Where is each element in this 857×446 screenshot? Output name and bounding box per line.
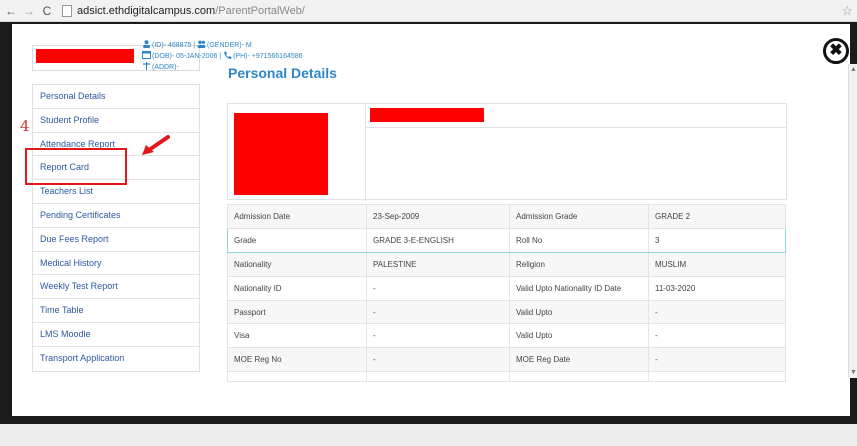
table-cell-label: Admission Grade bbox=[509, 204, 649, 229]
calendar-icon bbox=[142, 51, 151, 59]
bookmark-star-icon[interactable]: ☆ bbox=[841, 3, 853, 19]
table-row bbox=[227, 371, 786, 383]
forward-arrow-icon[interactable]: → bbox=[22, 4, 36, 18]
table-cell-label: Roll No bbox=[509, 227, 649, 253]
table-cell-label: Grade bbox=[227, 227, 367, 253]
table-row: Passport - Valid Upto - bbox=[227, 299, 786, 325]
redacted-student-name bbox=[36, 49, 134, 63]
profile-header-row bbox=[366, 104, 786, 128]
table-cell-value: - bbox=[366, 299, 510, 325]
table-cell-label: Passport bbox=[227, 299, 367, 325]
redacted-student-photo bbox=[234, 113, 328, 195]
table-cell-value: - bbox=[648, 323, 786, 349]
table-cell-value: - bbox=[648, 299, 786, 325]
annotation-arrow-icon bbox=[142, 135, 170, 155]
profile-card bbox=[227, 103, 787, 201]
sidebar-item-due-fees-report[interactable]: Due Fees Report bbox=[33, 228, 199, 252]
scroll-down-icon[interactable]: ▼ bbox=[850, 369, 857, 376]
sidebar-item-transport-application[interactable]: Transport Application bbox=[33, 347, 199, 371]
profile-gender: (GENDER)- M bbox=[207, 42, 252, 49]
redacted-profile-name bbox=[370, 108, 484, 122]
table-cell-value: - bbox=[366, 275, 510, 301]
table-row: Visa - Valid Upto - bbox=[227, 323, 786, 349]
profile-address: (ADDR)- bbox=[152, 64, 179, 71]
scroll-up-icon[interactable]: ▲ bbox=[850, 66, 857, 73]
photo-cell bbox=[228, 104, 366, 201]
table-cell-value: PALESTINE bbox=[366, 251, 510, 277]
table-cell-label: Valid Upto bbox=[509, 323, 649, 349]
table-cell-label: Valid Upto Nationality ID Date bbox=[509, 275, 649, 301]
page-bottom-strip bbox=[0, 424, 857, 446]
profile-dob: (DOB)- 05-JAN-2006 | bbox=[152, 53, 222, 60]
table-cell-value: - bbox=[366, 323, 510, 349]
browser-toolbar: ← → C adsict.ethdigitalcampus.com/Parent… bbox=[0, 0, 857, 22]
page-icon bbox=[62, 4, 72, 17]
table-cell-label bbox=[509, 371, 649, 383]
table-cell-label: Visa bbox=[227, 323, 367, 349]
table-cell-label: Admission Date bbox=[227, 204, 367, 229]
reload-icon[interactable]: C bbox=[40, 4, 54, 18]
annotation-step-number: 4 bbox=[20, 117, 30, 135]
profile-info-line-1: (ID)- 468875 | (GENDER)- M bbox=[142, 40, 303, 51]
table-row: Admission Date 23-Sep-2009 Admission Gra… bbox=[227, 204, 786, 229]
sidebar-item-pending-certificates[interactable]: Pending Certificates bbox=[33, 204, 199, 228]
sidebar-item-medical-history[interactable]: Medical History bbox=[33, 252, 199, 276]
modal-scrollbar[interactable]: ▲ ▼ bbox=[848, 64, 857, 378]
table-row: MOE Reg No - MOE Reg Date - bbox=[227, 347, 786, 373]
table-cell-value: - bbox=[366, 347, 510, 373]
table-cell-label: MOE Reg No bbox=[227, 347, 367, 373]
table-cell-value bbox=[366, 371, 510, 383]
profile-info-line-2: (DOB)- 05-JAN-2006 | (PH)- +971566164586 bbox=[142, 51, 303, 62]
table-cell-value: 23-Sep-2009 bbox=[366, 204, 510, 229]
table-cell-value: MUSLIM bbox=[648, 251, 786, 277]
annotation-highlight-box bbox=[25, 148, 127, 185]
profile-id: (ID)- 468875 | bbox=[152, 42, 196, 49]
phone-icon bbox=[224, 51, 232, 59]
table-cell-value: 3 bbox=[648, 227, 786, 253]
table-cell-value: GRADE 3-E-ENGLISH bbox=[366, 227, 510, 253]
table-row: Nationality ID - Valid Upto Nationality … bbox=[227, 275, 786, 301]
location-pin-icon bbox=[143, 62, 150, 70]
back-arrow-icon[interactable]: ← bbox=[4, 4, 18, 18]
table-cell-label: Nationality bbox=[227, 251, 367, 277]
sidebar-menu: Personal Details Student Profile Attenda… bbox=[32, 84, 200, 372]
table-cell-label: Nationality ID bbox=[227, 275, 367, 301]
address-bar[interactable]: adsict.ethdigitalcampus.com/ParentPortal… bbox=[62, 4, 305, 17]
table-cell-label: MOE Reg Date bbox=[509, 347, 649, 373]
url-host: adsict.ethdigitalcampus.com bbox=[77, 4, 216, 17]
table-row-highlighted: Grade GRADE 3-E-ENGLISH Roll No 3 bbox=[227, 227, 786, 253]
profile-info: (ID)- 468875 | (GENDER)- M (DOB)- 05-JAN… bbox=[142, 40, 303, 73]
sidebar-item-time-table[interactable]: Time Table bbox=[33, 299, 199, 323]
table-cell-label: Valid Upto bbox=[509, 299, 649, 325]
sidebar-item-lms-moodle[interactable]: LMS Moodle bbox=[33, 323, 199, 347]
url-path: /ParentPortalWeb/ bbox=[215, 4, 305, 17]
profile-info-line-3: (ADDR)- bbox=[142, 62, 303, 73]
gender-icon bbox=[197, 40, 206, 48]
table-cell-value bbox=[648, 371, 786, 383]
table-cell-label: Religion bbox=[509, 251, 649, 277]
close-modal-button[interactable]: ✖ bbox=[823, 38, 849, 64]
table-cell-value: - bbox=[648, 347, 786, 373]
table-cell-value: GRADE 2 bbox=[648, 204, 786, 229]
sidebar-item-student-profile[interactable]: Student Profile bbox=[33, 109, 199, 133]
table-cell-label bbox=[227, 371, 367, 383]
user-icon bbox=[143, 40, 150, 48]
sidebar-item-personal-details[interactable]: Personal Details bbox=[33, 85, 199, 109]
personal-details-table: Admission Date 23-Sep-2009 Admission Gra… bbox=[227, 204, 786, 383]
profile-phone: (PH)- +971566164586 bbox=[233, 53, 303, 60]
table-row: Nationality PALESTINE Religion MUSLIM bbox=[227, 251, 786, 277]
table-cell-value: 11-03-2020 bbox=[648, 275, 786, 301]
sidebar-item-weekly-test-report[interactable]: Weekly Test Report bbox=[33, 275, 199, 300]
